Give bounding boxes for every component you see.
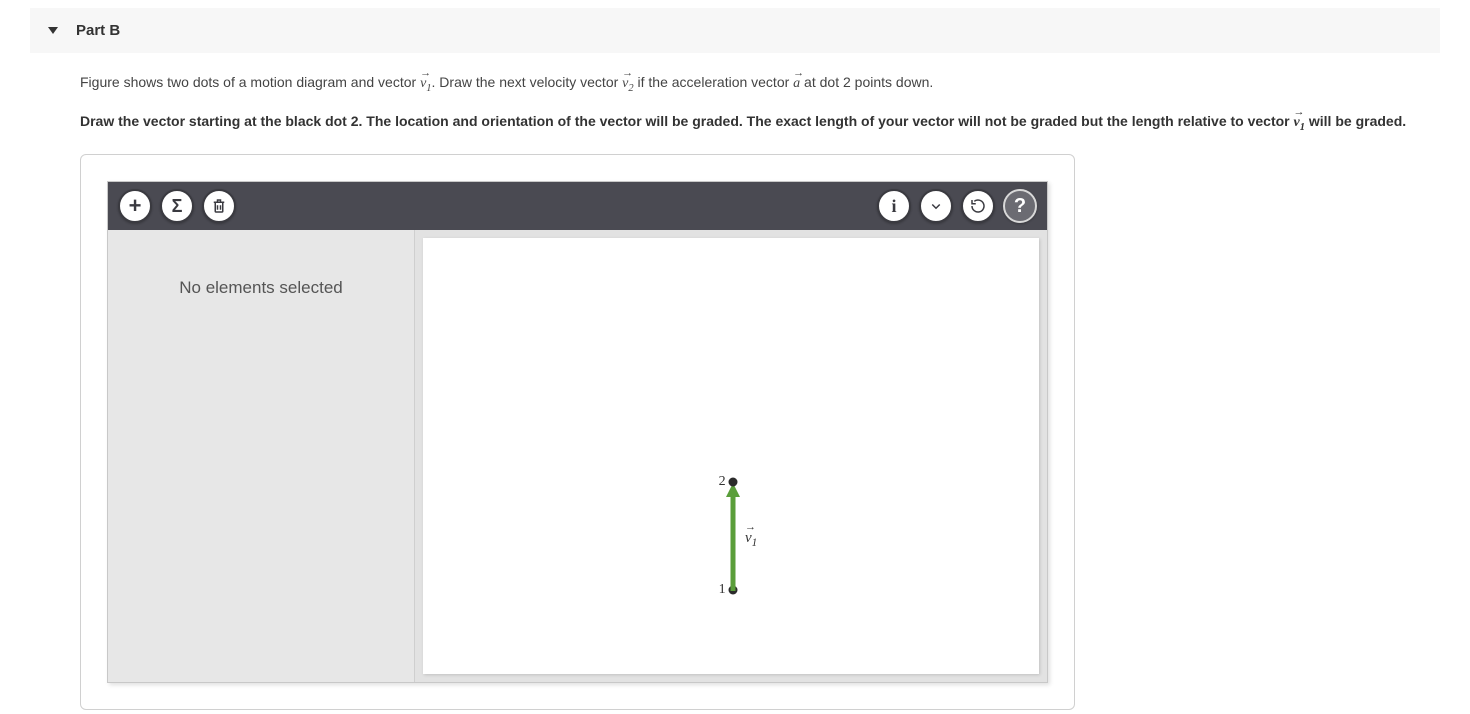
drawing-canvas[interactable]: 1 2 v1 [423,238,1039,674]
instruction-fragment: Draw the vector starting at the black do… [80,113,1294,129]
sum-button[interactable]: Σ [160,189,194,223]
dropdown-button[interactable] [919,189,953,223]
question-fragment: at dot 2 points down. [800,74,933,90]
toolbar: + Σ i [108,182,1047,230]
vector-v1-shaft [731,495,736,591]
info-button[interactable]: i [877,189,911,223]
dot-2 [729,478,738,487]
question-text: Figure shows two dots of a motion diagra… [80,71,1440,136]
vector-v1-symbol: v1 [1294,113,1305,130]
part-title: Part B [76,22,120,39]
instruction-fragment: will be graded. [1305,113,1406,129]
sigma-icon: Σ [172,197,183,215]
add-button[interactable]: + [118,189,152,223]
selection-status: No elements selected [179,278,342,297]
info-icon: i [891,196,896,217]
workspace: No elements selected 1 2 v1 [108,230,1047,682]
drawing-widget: + Σ i [107,181,1048,683]
question-icon: ? [1014,195,1026,218]
delete-button[interactable] [202,189,236,223]
reset-icon [969,197,987,215]
selection-panel: No elements selected [108,230,415,682]
vector-a-symbol: a [793,74,800,91]
dot-2-label: 2 [719,474,726,490]
part-header: Part B [30,8,1440,53]
collapse-caret-icon[interactable] [48,27,58,34]
dot-1-label: 1 [719,582,726,598]
question-fragment: Figure shows two dots of a motion diagra… [80,74,420,90]
drawing-widget-container: + Σ i [80,154,1075,710]
question-fragment: . Draw the next velocity vector [432,74,623,90]
vector-v1-symbol: v1 [420,74,431,91]
question-fragment: if the acceleration vector [634,74,794,90]
reset-button[interactable] [961,189,995,223]
vector-v1-label: v1 [745,530,757,549]
plus-icon: + [129,195,142,217]
help-button[interactable]: ? [1003,189,1037,223]
trash-icon [210,197,228,215]
canvas-wrap: 1 2 v1 [415,230,1047,682]
vector-v2-symbol: v2 [622,74,633,91]
chevron-down-icon [927,197,945,215]
